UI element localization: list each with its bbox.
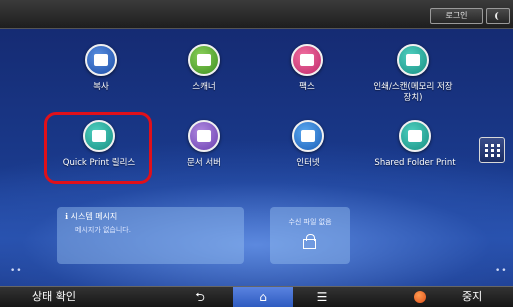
back-arrow-icon: ⮌ [195,290,205,304]
system-message-widget[interactable]: ℹ 시스템 메시지 메시지가 없습니다. [57,207,244,264]
energy-saver-button[interactable] [486,8,510,24]
home-screen: 로그인 복사 스캐너 팩스 인쇄/스캔(메모리 저장 장치) Quick Pri… [0,0,513,307]
page-dots-left: •• [10,266,23,276]
page-dots-right: •• [495,266,508,276]
app-shared-folder-print-label: Shared Folder Print [374,158,456,168]
app-quick-print-release[interactable]: Quick Print 릴리스 [44,120,154,169]
back-button[interactable]: ⮌ [170,287,230,307]
app-list-button[interactable] [479,137,505,163]
status-check-button[interactable]: 상태 확인 [0,287,116,307]
stop-label: 중지 [462,290,483,303]
top-bar: 로그인 [0,0,513,29]
app-document-server[interactable]: 문서 서버 [149,120,259,169]
app-scanner[interactable]: 스캐너 [149,44,259,93]
usb-memory-icon [397,44,429,76]
home-button[interactable]: ⌂ [233,287,293,307]
app-document-server-label: 문서 서버 [187,158,221,168]
app-copy[interactable]: 복사 [46,44,156,93]
app-shared-folder-print[interactable]: Shared Folder Print [360,120,470,169]
app-fax-label: 팩스 [299,82,315,92]
app-copy-label: 복사 [93,82,109,92]
system-message-title: ℹ 시스템 메시지 [65,212,118,221]
received-files-text: 수신 파일 없음 [288,218,332,226]
stop-button[interactable]: 중지 [396,287,513,307]
system-message-text: 메시지가 없습니다. [75,226,131,234]
app-internet[interactable]: 인터넷 [253,120,363,169]
copy-icon [85,44,117,76]
bottom-bar: 상태 확인 ⮌ ⌂ ☰ 중지 [0,286,513,307]
shared-folder-print-icon [399,120,431,152]
quick-print-icon [83,120,115,152]
received-files-widget[interactable]: 수신 파일 없음 [270,207,350,264]
document-server-icon [188,120,220,152]
app-print-scan-memory-label: 인쇄/스캔(메모리 저장 장치) [373,82,453,103]
app-internet-label: 인터넷 [296,158,320,168]
menu-icon: ☰ [316,290,328,304]
info-icon: ℹ [65,212,69,221]
app-fax[interactable]: 팩스 [252,44,362,93]
fax-icon [291,44,323,76]
home-icon: ⌂ [259,290,267,304]
menu-button[interactable]: ☰ [292,287,352,307]
app-print-scan-memory[interactable]: 인쇄/스캔(메모리 저장 장치) [358,44,468,104]
login-button[interactable]: 로그인 [430,8,483,24]
locked-tray-icon [303,234,316,249]
globe-icon [292,120,324,152]
scanner-icon [188,44,220,76]
moon-icon [495,12,503,20]
app-quick-print-release-label: Quick Print 릴리스 [62,158,136,168]
stop-icon [414,291,426,303]
app-scanner-label: 스캐너 [192,82,216,92]
